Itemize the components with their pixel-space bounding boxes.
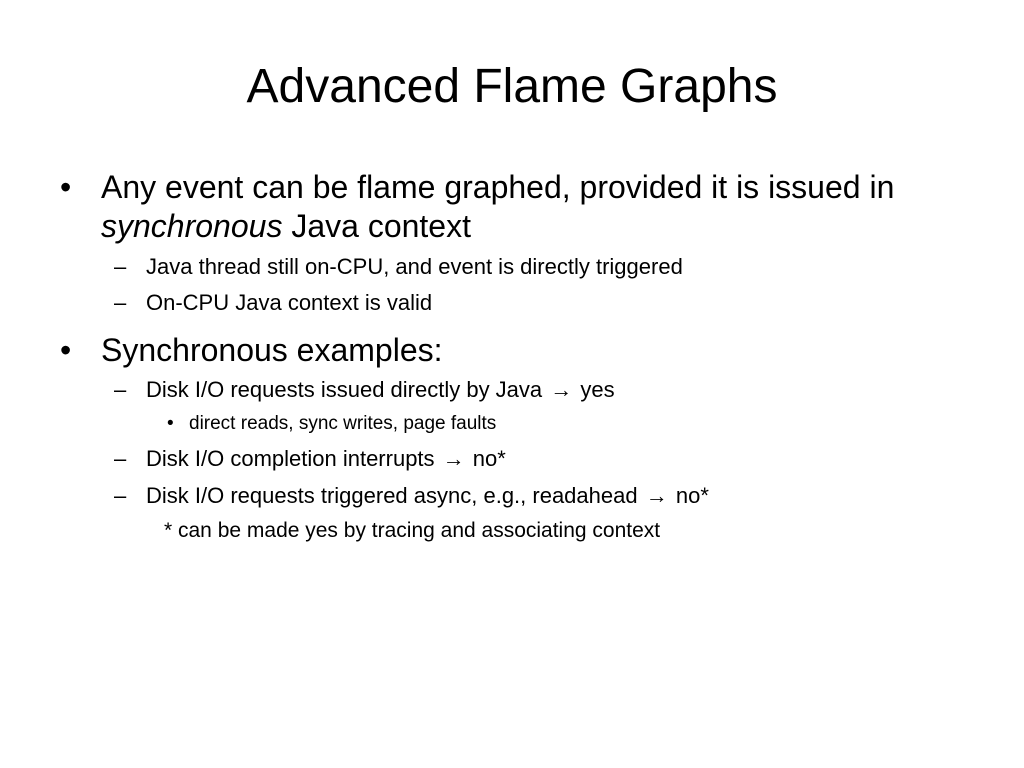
bullet-2-sub-3-text: Disk I/O requests triggered async, e.g.,… xyxy=(146,483,638,508)
bullet-1-italic: synchronous xyxy=(101,208,283,244)
arrow-right-icon: → xyxy=(442,446,465,471)
bullet-2-sub-2: Disk I/O completion interrupts → no* xyxy=(146,445,506,473)
bullet-2-sub-2-text: Disk I/O completion interrupts xyxy=(146,446,435,471)
arrow-right-icon: → xyxy=(550,377,573,402)
bullet-1-sub-2-glyph: – xyxy=(114,290,127,315)
bullet-2-sub-1-result: yes xyxy=(580,377,615,402)
arrow-right-icon: → xyxy=(645,483,668,508)
slide-title: Advanced Flame Graphs xyxy=(246,60,778,113)
bullet-1-sub-1: Java thread still on-CPU, and event is d… xyxy=(146,254,683,279)
bullet-2-sub-2-glyph: – xyxy=(114,446,127,471)
bullet-2-sub-1-text: Disk I/O requests issued directly by Jav… xyxy=(146,377,543,402)
bullet-2-sub-3: Disk I/O requests triggered async, e.g.,… xyxy=(146,482,709,510)
bullet-2-sub-3-glyph: – xyxy=(114,483,127,508)
bullet-1-line-2-rest: Java context xyxy=(282,208,471,244)
bullet-1-line-1: Any event can be flame graphed, provided… xyxy=(101,169,895,205)
footnote: * can be made yes by tracing and associa… xyxy=(164,519,661,542)
bullet-1-glyph: • xyxy=(60,169,72,205)
bullet-2-glyph: • xyxy=(60,332,72,368)
bullet-2-sub-1: Disk I/O requests issued directly by Jav… xyxy=(146,376,615,404)
bullet-1-sub-1-glyph: – xyxy=(114,254,127,279)
bullet-2-sub-3-result: no* xyxy=(675,483,709,508)
bullet-1-sub-2: On-CPU Java context is valid xyxy=(146,290,433,315)
bullet-2-text: Synchronous examples: xyxy=(101,332,443,368)
bullet-1-line-2: synchronous Java context xyxy=(101,207,471,246)
slide: Advanced Flame Graphs • Any event can be… xyxy=(0,0,1024,768)
bullet-2-sub-1-child-glyph: • xyxy=(167,413,174,434)
bullet-2-sub-1-glyph: – xyxy=(114,377,127,402)
bullet-2-sub-2-result: no* xyxy=(472,446,506,471)
bullet-2-sub-1-child: direct reads, sync writes, page faults xyxy=(189,413,497,434)
